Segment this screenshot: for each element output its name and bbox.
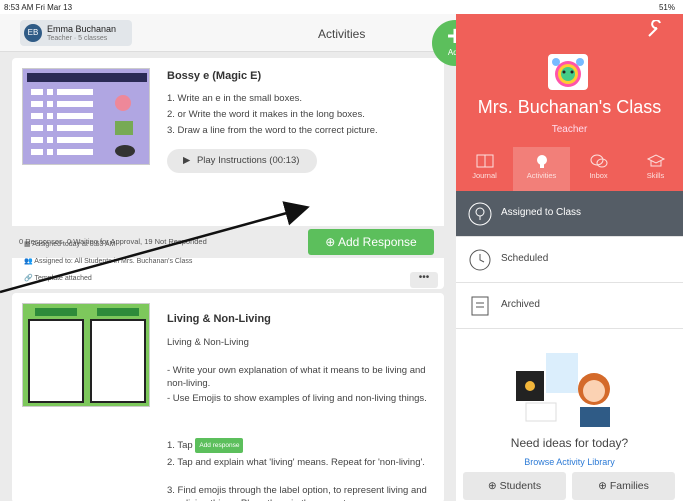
status-bar: 8:53 AM Fri Mar 13 51% bbox=[0, 0, 683, 14]
page-title: Activities bbox=[318, 27, 366, 41]
play-instructions-button[interactable]: ▶ Play Instructions (00:13) bbox=[167, 149, 317, 173]
nav-label: Archived bbox=[501, 299, 540, 310]
class-name: Mrs. Buchanan's Class bbox=[477, 97, 662, 117]
tab-inbox[interactable]: Inbox bbox=[570, 147, 627, 191]
activity-subtitle: Living & Non-Living bbox=[167, 337, 249, 348]
ideas-heading: Need ideas for today? bbox=[510, 436, 629, 450]
graduation-cap-icon bbox=[646, 154, 665, 167]
status-time: 8:53 AM Fri Mar 13 bbox=[4, 3, 73, 12]
play-label: Play Instructions (00:13) bbox=[196, 155, 300, 166]
instruction-step: 1. Write an e in the small boxes. bbox=[167, 93, 302, 104]
add-response-label: Add Response bbox=[338, 235, 417, 249]
activity-title[interactable]: Living & Non-Living bbox=[167, 313, 271, 325]
assigned-time-text: Assigned today at 8:53 AM bbox=[32, 241, 116, 248]
more-options-button[interactable]: ••• bbox=[410, 272, 438, 288]
tab-label: Skills bbox=[646, 171, 665, 180]
step-text: 1. Tap bbox=[167, 440, 193, 452]
instruction-step: 3. Draw a line from the word to the corr… bbox=[167, 125, 378, 136]
activity-description: - Write your own explanation of what it … bbox=[167, 365, 426, 389]
chat-bubbles-icon bbox=[590, 154, 607, 168]
instruction-step: 1. Tap Add response bbox=[167, 438, 437, 453]
rainbow-bear-icon bbox=[552, 58, 584, 87]
lightbulb-icon bbox=[468, 202, 492, 226]
nav-assigned-to-class[interactable]: Assigned to Class bbox=[456, 191, 683, 237]
students-label: Students bbox=[499, 480, 542, 492]
nav-label: Assigned to Class bbox=[501, 207, 582, 218]
class-header: Mrs. Buchanan's Class Teacher Journal Ac… bbox=[456, 14, 683, 191]
avatar: EB bbox=[24, 24, 42, 42]
play-icon: ▶ bbox=[183, 155, 191, 166]
tab-label: Inbox bbox=[589, 171, 608, 180]
battery-indicator: 51% bbox=[658, 3, 675, 12]
instruction-step: 3. Find emojis through the label option,… bbox=[167, 485, 427, 501]
nav-archived[interactable]: Archived bbox=[456, 283, 683, 329]
worksheet-illustration bbox=[27, 73, 147, 157]
activities-pane: EB Emma Buchanan Teacher · 5 classes Act… bbox=[0, 14, 456, 501]
instruction-step: 2. Tap and explain what 'living' means. … bbox=[167, 457, 425, 468]
tab-label: Journal bbox=[472, 171, 497, 180]
clock-icon bbox=[469, 249, 491, 271]
activity-card[interactable]: Living & Non-Living Living & Non-Living … bbox=[12, 293, 444, 501]
class-sidebar: Mrs. Buchanan's Class Teacher Journal Ac… bbox=[456, 14, 683, 501]
nav-scheduled[interactable]: Scheduled bbox=[456, 237, 683, 283]
plus-circle-icon: ⊕ bbox=[598, 480, 607, 492]
add-response-button[interactable]: ⊕ Add Response bbox=[308, 229, 434, 255]
plus-circle-icon: ⊕ bbox=[487, 480, 497, 492]
assigned-to: 👥 Assigned to: All Students in Mrs. Buch… bbox=[24, 258, 193, 265]
tab-label: Activities bbox=[526, 171, 557, 180]
assigned-time: ▦ Assigned today at 8:53 AM bbox=[24, 241, 116, 248]
tab-activities[interactable]: Activities bbox=[513, 147, 570, 191]
activity-thumbnail[interactable] bbox=[22, 68, 150, 165]
wrench-icon[interactable] bbox=[645, 20, 665, 40]
instruction-step: 2. or Write the word it makes in the lon… bbox=[167, 109, 365, 120]
nav-label: Scheduled bbox=[501, 253, 549, 264]
teacher-name: Emma Buchanan bbox=[47, 24, 117, 34]
students-button[interactable]: ⊕ Students bbox=[463, 472, 566, 500]
worksheet-illustration bbox=[28, 308, 146, 403]
activity-card[interactable]: Bossy e (Magic E) 1. Write an e in the s… bbox=[12, 58, 444, 289]
teacher-switcher[interactable]: EB Emma Buchanan Teacher · 5 classes bbox=[20, 20, 132, 46]
activity-description: - Use Emojis to show examples of living … bbox=[167, 393, 427, 404]
template-text: Template attached bbox=[34, 275, 92, 282]
class-avatar bbox=[548, 54, 588, 90]
template-attached: 🔗 Template attached bbox=[24, 275, 92, 282]
top-bar: EB Emma Buchanan Teacher · 5 classes Act… bbox=[0, 14, 456, 52]
assigned-to-text: Assigned to: All Students in Mrs. Buchan… bbox=[34, 258, 193, 265]
browse-library-link[interactable]: Browse Activity Library bbox=[456, 457, 683, 467]
tab-journal[interactable]: Journal bbox=[456, 147, 513, 191]
activity-title[interactable]: Bossy e (Magic E) bbox=[167, 70, 261, 82]
lightbulb-icon bbox=[536, 155, 547, 168]
families-label: Families bbox=[609, 480, 649, 492]
add-response-pill: Add response bbox=[195, 438, 244, 453]
class-role: Teacher bbox=[551, 124, 588, 135]
families-button[interactable]: ⊕ Families bbox=[572, 472, 675, 500]
book-icon bbox=[476, 154, 493, 168]
archive-icon bbox=[471, 296, 489, 316]
ideas-illustration bbox=[516, 353, 610, 427]
tab-skills[interactable]: Skills bbox=[627, 147, 683, 191]
plus-circle-icon: ⊕ bbox=[325, 235, 336, 249]
activity-thumbnail[interactable] bbox=[22, 303, 150, 407]
teacher-subtitle: Teacher · 5 classes bbox=[47, 35, 108, 42]
